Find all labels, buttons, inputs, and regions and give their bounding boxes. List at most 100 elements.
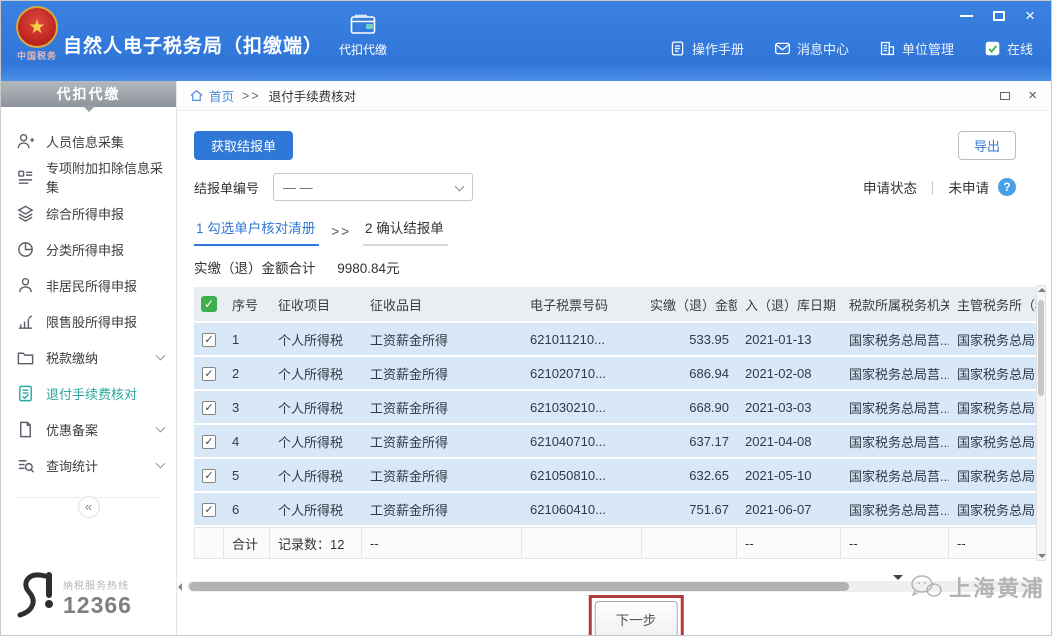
- cell-agency: 国家税务总局莒...: [841, 391, 949, 423]
- horizontal-scroll-thumb[interactable]: [189, 582, 849, 591]
- layers-icon: [16, 204, 35, 223]
- sidebar-item[interactable]: 非居民所得申报: [1, 267, 176, 303]
- select-all-checkbox[interactable]: ✓: [201, 296, 217, 312]
- online-icon: [984, 40, 1001, 57]
- wechat-icon: [909, 573, 943, 601]
- row-checkbox[interactable]: ✓: [202, 503, 216, 517]
- table-row: ✓ 5 个人所得税 工资薪金所得 621050810... 632.65 202…: [194, 459, 1038, 491]
- table-row: ✓ 6 个人所得税 工资薪金所得 621060410... 751.67 202…: [194, 493, 1038, 525]
- footer-dash: --: [737, 527, 841, 559]
- sidebar-item[interactable]: 专项附加扣除信息采集: [1, 159, 176, 195]
- status-label: 申请状态: [863, 177, 917, 197]
- table-header-cell: 征收项目: [270, 287, 362, 321]
- footer-dash: --: [949, 527, 1038, 559]
- bar-chart-icon: [16, 312, 35, 331]
- row-checkbox[interactable]: ✓: [202, 367, 216, 381]
- statement-number-select[interactable]: — —: [273, 173, 473, 201]
- sidebar-item-label: 退付手续费核对: [46, 384, 137, 403]
- chevron-down-icon: [156, 422, 166, 432]
- sidebar-item[interactable]: 查询统计: [1, 447, 176, 483]
- id-list-icon: [16, 168, 35, 187]
- maximize-button[interactable]: [993, 11, 1005, 21]
- sidebar-item[interactable]: 限售股所得申报: [1, 303, 176, 339]
- scroll-left-arrow[interactable]: [178, 583, 182, 591]
- user-icon: [16, 276, 35, 295]
- footer-record-count: 记录数：12: [270, 527, 362, 559]
- cell-office: 国家税务总局莒: [949, 493, 1038, 525]
- tab-withholding[interactable]: 代扣代缴: [327, 13, 399, 58]
- doc-icon: [16, 420, 35, 439]
- row-checkbox[interactable]: ✓: [202, 435, 216, 449]
- sidebar-item[interactable]: 税款缴纳: [1, 339, 176, 375]
- collapse-sidebar-button[interactable]: «: [78, 496, 100, 518]
- sidebar-item[interactable]: 分类所得申报: [1, 231, 176, 267]
- cell-office: 国家税务总局莒: [949, 459, 1038, 491]
- header-menu-item[interactable]: 在线: [984, 39, 1033, 58]
- header-menu-item[interactable]: 单位管理: [879, 39, 954, 58]
- sidebar-item[interactable]: 优惠备案: [1, 411, 176, 447]
- cell-tax-item: 个人所得税: [270, 459, 362, 491]
- row-checkbox[interactable]: ✓: [202, 401, 216, 415]
- chevron-down-icon: [156, 458, 166, 468]
- minimize-button[interactable]: [960, 15, 973, 17]
- next-step-button[interactable]: 下一步: [595, 601, 678, 636]
- step-2-tab[interactable]: 2 确认结报单: [363, 217, 448, 246]
- watermark-text: 上海黄浦: [949, 571, 1045, 603]
- panel-close-button[interactable]: ×: [1028, 91, 1037, 101]
- cell-amount: 751.67: [642, 493, 737, 525]
- manual-icon: [669, 40, 686, 57]
- breadcrumb-current: 退付手续费核对: [269, 86, 357, 105]
- sidebar-item-label: 查询统计: [46, 456, 98, 475]
- message-icon: [774, 40, 791, 57]
- header-menu-item[interactable]: 消息中心: [774, 39, 849, 58]
- status-divider: ｜: [926, 177, 940, 197]
- statement-number-value: — —: [283, 180, 313, 195]
- export-button[interactable]: 导出: [958, 131, 1016, 160]
- cell-seq: 3: [224, 391, 270, 423]
- panel-restore-button[interactable]: [1000, 92, 1010, 100]
- row-checkbox[interactable]: ✓: [202, 469, 216, 483]
- chevron-down-icon: [455, 181, 465, 191]
- close-button[interactable]: ×: [1025, 10, 1035, 22]
- table-header-cell: 电子税票号码: [522, 287, 642, 321]
- sidebar-item[interactable]: 退付手续费核对: [1, 375, 176, 411]
- help-icon[interactable]: ?: [998, 178, 1016, 196]
- tab-withholding-label: 代扣代缴: [339, 43, 387, 57]
- sidebar-item[interactable]: 人员信息采集: [1, 123, 176, 159]
- search-list-icon: [16, 456, 35, 475]
- cell-date: 2021-02-08: [737, 357, 841, 389]
- sidebar-header: 代扣代缴: [1, 81, 176, 107]
- header-menu-label: 操作手册: [692, 39, 744, 58]
- cell-tax-item: 个人所得税: [270, 357, 362, 389]
- chevron-down-icon: [156, 350, 166, 360]
- national-emblem-icon: ★: [16, 6, 58, 48]
- scroll-up-arrow[interactable]: [1038, 288, 1046, 292]
- cell-eticket-no: 621020710...: [522, 357, 642, 389]
- sidebar-collapse-row: «: [15, 497, 162, 518]
- application-status-row: 申请状态 ｜ 未申请 ?: [863, 177, 1016, 197]
- vertical-scrollbar[interactable]: [1036, 285, 1046, 561]
- cell-seq: 2: [224, 357, 270, 389]
- hotline-label: 纳税服务热线: [63, 577, 132, 592]
- hotline-number: 12366: [63, 592, 132, 619]
- vertical-scroll-thumb[interactable]: [1038, 300, 1044, 396]
- scroll-down-arrow[interactable]: [1038, 554, 1046, 558]
- table-footer-row: 合计 记录数：12 -- -- -- --: [194, 527, 1038, 559]
- breadcrumb-home[interactable]: 首页: [209, 86, 234, 105]
- sidebar-item[interactable]: 综合所得申报: [1, 195, 176, 231]
- header-menu-label: 在线: [1007, 39, 1033, 58]
- cell-eticket-no: 621050810...: [522, 459, 642, 491]
- table-row: ✓ 4 个人所得税 工资薪金所得 621040710... 637.17 202…: [194, 425, 1038, 457]
- step-1-tab[interactable]: 1 勾选单户核对清册: [194, 217, 319, 246]
- row-checkbox[interactable]: ✓: [202, 333, 216, 347]
- sidebar: 代扣代缴 人员信息采集 专项附加扣除信息采集 综合所得申报: [1, 81, 177, 635]
- cell-tax-item: 个人所得税: [270, 391, 362, 423]
- fetch-statement-button[interactable]: 获取结报单: [194, 131, 293, 160]
- cell-amount: 533.95: [642, 323, 737, 355]
- header-menu-item[interactable]: 操作手册: [669, 39, 744, 58]
- org-icon: [879, 40, 896, 57]
- cell-tax-item: 个人所得税: [270, 323, 362, 355]
- cell-date: 2021-04-08: [737, 425, 841, 457]
- statement-number-label: 结报单编号: [194, 178, 259, 197]
- doc-check-icon: [16, 384, 35, 403]
